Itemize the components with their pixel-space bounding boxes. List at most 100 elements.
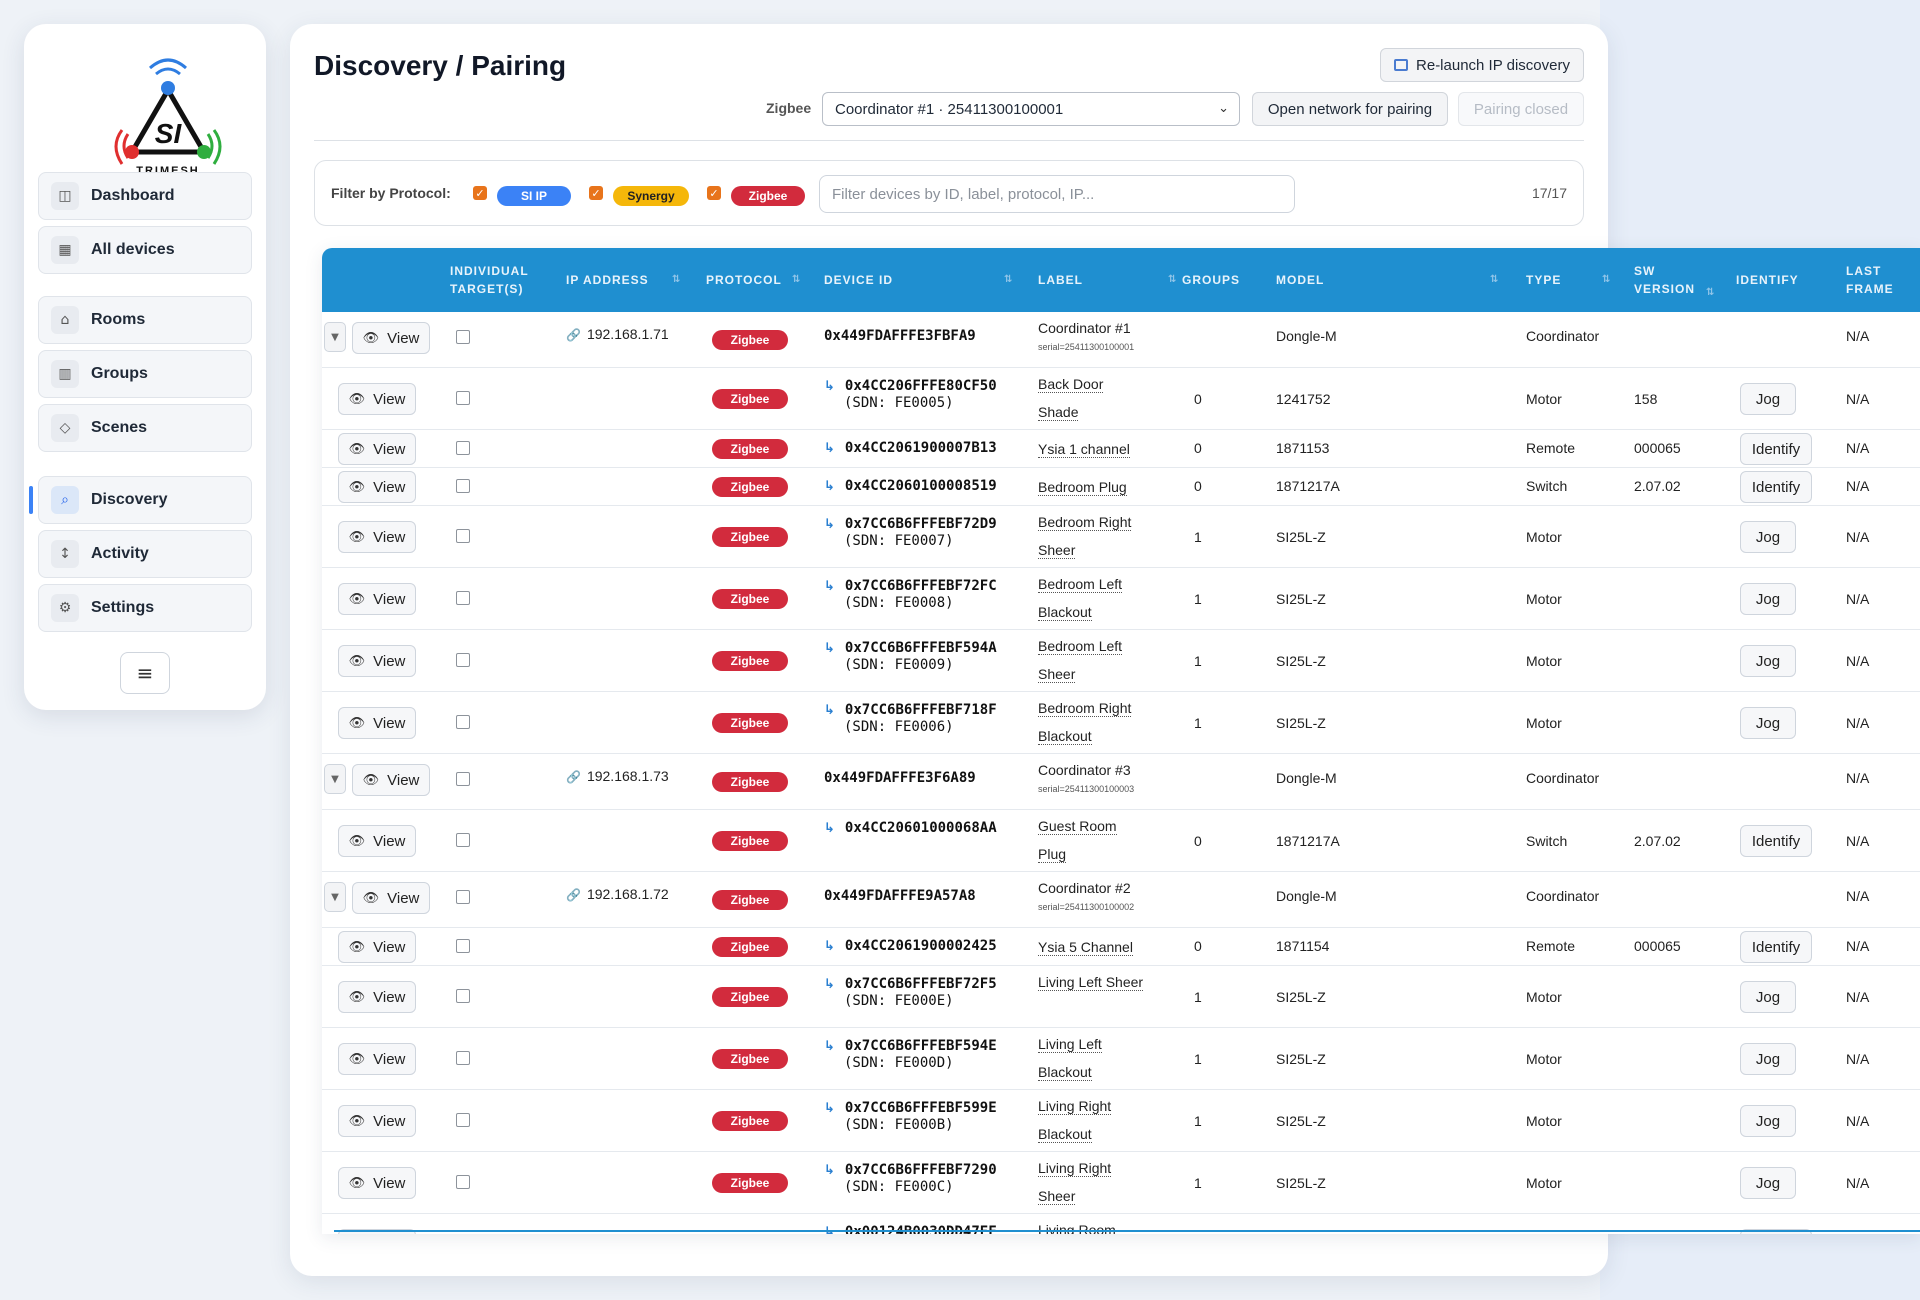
device-label[interactable]: Living Right Sheer	[1038, 1154, 1112, 1210]
target-checkbox[interactable]	[456, 330, 470, 344]
target-checkbox[interactable]	[456, 529, 470, 543]
coordinator-select[interactable]: Coordinator #1 · 25411300100001 ⌄	[822, 92, 1240, 126]
device-label[interactable]: Bedroom Right Blackout	[1038, 694, 1132, 750]
device-label[interactable]: Bedroom Right Sheer	[1038, 508, 1132, 564]
view-button[interactable]: 👁 View	[352, 882, 430, 914]
pairing-closed-button[interactable]: Pairing closed	[1458, 92, 1584, 126]
view-button[interactable]: 👁 View	[338, 583, 416, 615]
open-network-button[interactable]: Open network for pairing	[1252, 92, 1448, 126]
jog-button[interactable]: Jog	[1740, 645, 1796, 677]
sidebar-item-rooms[interactable]: ⌂ Rooms	[38, 296, 252, 344]
device-label[interactable]: Living Right Blackout	[1038, 1092, 1112, 1148]
device-label[interactable]: Bedroom Left Blackout	[1038, 570, 1123, 626]
view-button[interactable]: 👁 View	[338, 471, 416, 503]
sidebar-item-dashboard[interactable]: ◫ Dashboard	[38, 172, 252, 220]
sidebar-item-activity[interactable]: ↕ Activity	[38, 530, 252, 578]
jog-button[interactable]: Jog	[1740, 981, 1796, 1013]
view-button[interactable]: 👁 View	[338, 931, 416, 963]
zigbee-checkbox[interactable]: ✓	[707, 186, 721, 200]
col-header-groups[interactable]: GROUPS	[1182, 248, 1272, 312]
jog-button[interactable]: Jog	[1740, 1167, 1796, 1199]
view-button[interactable]: 👁 View	[338, 707, 416, 739]
target-checkbox[interactable]	[456, 772, 470, 786]
device-label[interactable]: Living Left Sheer	[1038, 968, 1144, 996]
diamond-icon: ◇	[51, 414, 79, 442]
col-header-identify[interactable]: IDENTIFY	[1736, 248, 1826, 312]
identify-button[interactable]: Identify	[1740, 931, 1812, 963]
sdn-text: (SDN: FE000E)	[844, 993, 954, 1009]
view-button[interactable]: 👁 View	[338, 1043, 416, 1075]
device-label[interactable]: Guest Room Plug	[1038, 812, 1117, 868]
sidebar-item-scenes[interactable]: ◇ Scenes	[38, 404, 252, 452]
sidebar-item-discovery[interactable]: ⌕ Discovery	[38, 476, 252, 524]
expand-toggle[interactable]: ▼	[324, 882, 346, 912]
menu-toggle-button[interactable]: ≡	[120, 652, 170, 694]
device-label[interactable]: Back Door Shade	[1038, 370, 1104, 426]
device-label[interactable]: Ysia 1 channel	[1038, 435, 1130, 463]
device-label[interactable]: Bedroom Left Sheer	[1038, 632, 1123, 688]
view-button[interactable]: 👁 View	[352, 764, 430, 796]
view-button[interactable]: 👁 View	[338, 383, 416, 415]
identify-button[interactable]: Identify	[1740, 825, 1812, 857]
expand-toggle[interactable]: ▼	[324, 764, 346, 794]
protocol-badge: Zigbee	[712, 330, 788, 350]
jog-button[interactable]: Jog	[1740, 521, 1796, 553]
view-button[interactable]: 👁 View	[338, 645, 416, 677]
col-header-model[interactable]: MODEL ⇅	[1276, 248, 1506, 312]
device-label[interactable]: Living Left Blackout	[1038, 1030, 1102, 1086]
jog-button[interactable]: Jog	[1740, 383, 1796, 415]
si-ip-checkbox[interactable]: ✓	[473, 186, 487, 200]
view-button[interactable]: 👁 View	[338, 825, 416, 857]
label-line: Ysia 1 channel	[1038, 441, 1130, 458]
target-checkbox[interactable]	[456, 1113, 470, 1127]
jog-button[interactable]: Jog	[1740, 707, 1796, 739]
target-checkbox[interactable]	[456, 479, 470, 493]
target-checkbox[interactable]	[456, 391, 470, 405]
sidebar-item-settings[interactable]: ⚙ Settings	[38, 584, 252, 632]
view-label: View	[373, 1112, 406, 1130]
target-checkbox[interactable]	[456, 1175, 470, 1189]
target-checkbox[interactable]	[456, 989, 470, 1003]
target-checkbox[interactable]	[456, 939, 470, 953]
sidebar-item-all-devices[interactable]: ▦ All devices	[38, 226, 252, 274]
target-checkbox[interactable]	[456, 833, 470, 847]
identify-button[interactable]: Identify	[1740, 471, 1812, 503]
view-button[interactable]: 👁 View	[338, 1167, 416, 1199]
target-checkbox[interactable]	[456, 591, 470, 605]
jog-button[interactable]: Jog	[1740, 1043, 1796, 1075]
target-checkbox[interactable]	[456, 890, 470, 904]
target-checkbox[interactable]	[456, 715, 470, 729]
view-button[interactable]: 👁 View	[338, 433, 416, 465]
view-button[interactable]: 👁 View	[352, 322, 430, 354]
device-filter-input[interactable]	[819, 175, 1295, 213]
device-id-text: 0x7CC6B6FFFEBF72FC	[844, 578, 997, 594]
view-button[interactable]: 👁 View	[338, 1105, 416, 1137]
jog-button[interactable]: Jog	[1740, 1105, 1796, 1137]
identify-button[interactable]: Identify	[1740, 433, 1812, 465]
col-header-last-frame[interactable]: LAST FRAME	[1846, 248, 1920, 312]
col-header-target[interactable]: INDIVIDUAL TARGET(S)	[450, 248, 550, 312]
synergy-checkbox[interactable]: ✓	[589, 186, 603, 200]
target-checkbox[interactable]	[456, 653, 470, 667]
view-button[interactable]: 👁 View	[338, 981, 416, 1013]
target-checkbox[interactable]	[456, 441, 470, 455]
jog-button[interactable]: Jog	[1740, 583, 1796, 615]
col-header-type[interactable]: TYPE ⇅	[1526, 248, 1626, 312]
filter-label: Filter by Protocol:	[331, 185, 451, 201]
view-button[interactable]: 👁 View	[338, 521, 416, 553]
col-header-protocol[interactable]: PROTOCOL ⇅	[706, 248, 806, 312]
col-header-sw-version[interactable]: SW VERSION ⇅	[1634, 248, 1714, 312]
device-label[interactable]: Ysia 5 Channel	[1038, 933, 1133, 961]
col-header-ip[interactable]: IP ADDRESS ⇅	[566, 248, 686, 312]
col-header-device-id[interactable]: DEVICE ID ⇅	[824, 248, 1024, 312]
groups-icon: ▥	[51, 360, 79, 388]
sidebar-item-groups[interactable]: ▥ Groups	[38, 350, 252, 398]
target-checkbox[interactable]	[456, 1051, 470, 1065]
relaunch-ip-discovery-button[interactable]: Re-launch IP discovery	[1380, 48, 1584, 82]
protocol-badge: Zigbee	[712, 439, 788, 459]
col-header-label-col[interactable]: LABEL ⇅	[1038, 248, 1188, 312]
serial-text: serial=25411300100003	[1038, 784, 1135, 794]
expand-toggle[interactable]: ▼	[324, 322, 346, 352]
device-label[interactable]: Bedroom Plug	[1038, 473, 1127, 501]
device-type: Motor	[1526, 653, 1562, 669]
